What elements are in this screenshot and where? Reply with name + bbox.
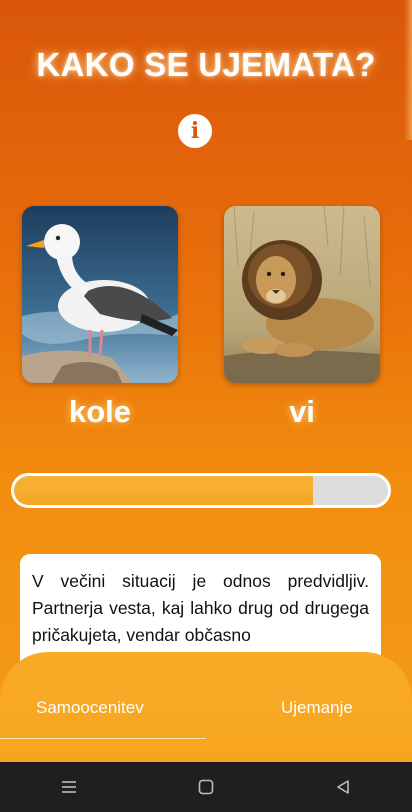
page-title: KAKO SE UJEMATA? — [36, 46, 376, 83]
seagull-image — [22, 206, 178, 383]
info-icon: i — [190, 118, 200, 144]
system-navigation-bar — [0, 762, 412, 812]
compatibility-progress-bar — [11, 473, 391, 508]
home-square-icon[interactable] — [186, 767, 226, 807]
lion-image — [224, 206, 380, 383]
back-triangle-icon[interactable] — [323, 767, 363, 807]
right-animal-image — [224, 206, 380, 383]
description-text: V večini situacij je odnos predvidljiv. … — [32, 571, 369, 645]
active-tab-indicator — [0, 738, 206, 739]
tab-self-assessment[interactable]: Samoocenitev — [36, 698, 144, 718]
menu-icon[interactable] — [49, 767, 89, 807]
tab-compatibility[interactable]: Ujemanje — [281, 698, 353, 718]
info-button[interactable]: i — [178, 114, 212, 148]
progress-fill — [14, 476, 314, 505]
right-animal-label: vi — [289, 394, 315, 429]
left-animal-image — [22, 206, 178, 383]
left-animal-label: kole — [68, 394, 132, 429]
